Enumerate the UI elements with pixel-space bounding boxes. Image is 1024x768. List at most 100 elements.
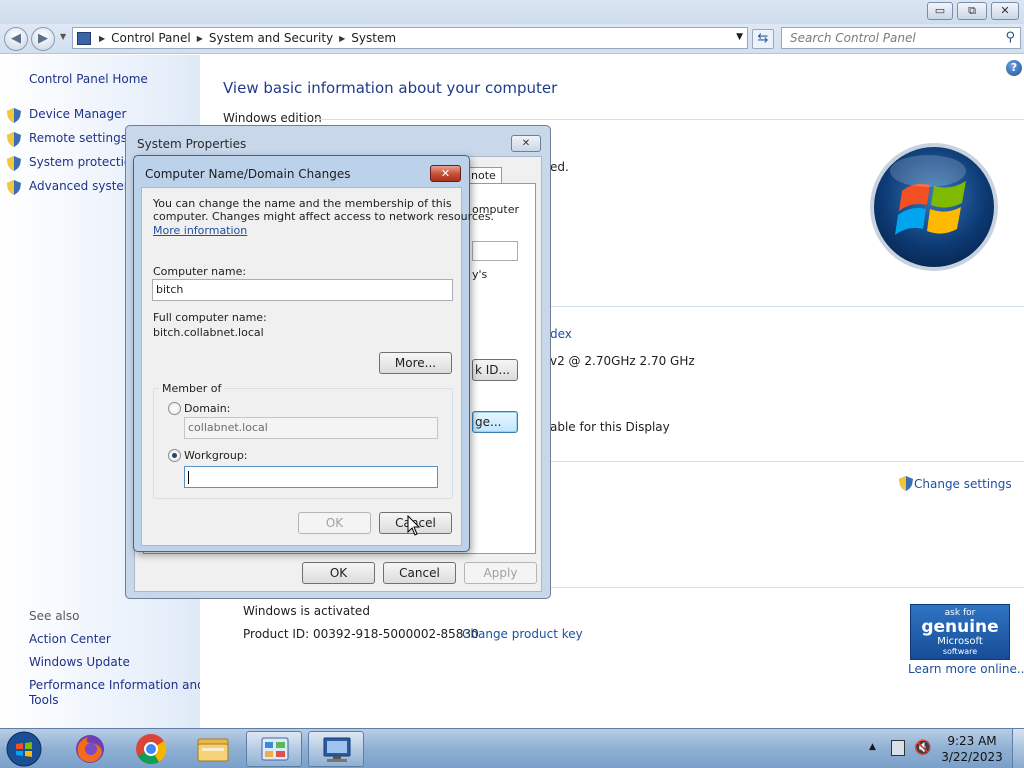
help-icon[interactable]: ? [1006, 60, 1022, 76]
search-icon[interactable]: ⚲ [1005, 28, 1015, 48]
control-panel-icon [261, 737, 289, 761]
genuine-microsoft-badge[interactable]: ask for genuine Microsoft software [910, 604, 1010, 660]
taskbar-control-panel[interactable] [246, 731, 302, 767]
divider [315, 119, 1024, 120]
cancel-button[interactable]: Cancel [383, 562, 456, 584]
taskbar-system-properties[interactable] [308, 731, 364, 767]
computer-name-dialog: Computer Name/Domain Changes ✕ You can c… [133, 155, 494, 552]
advanced-system-settings-link[interactable]: Advanced system [29, 179, 135, 193]
windows-start-icon [6, 731, 42, 767]
windows-update-link[interactable]: Windows Update [29, 655, 130, 669]
start-button[interactable] [4, 730, 44, 768]
shield-icon [899, 476, 913, 491]
back-button[interactable]: ◀ [4, 27, 28, 51]
control-panel-home-link[interactable]: Control Panel Home [29, 72, 148, 86]
action-center-link[interactable]: Action Center [29, 632, 111, 646]
breadcrumb-system-security[interactable]: System and Security [209, 31, 333, 45]
domain-label: Domain: [184, 402, 231, 415]
intro-text-line2: computer. Changes might affect access to… [153, 210, 494, 223]
close-button[interactable]: ✕ [991, 2, 1019, 20]
workgroup-radio[interactable] [168, 449, 181, 462]
recent-pages-icon[interactable]: ▼ [60, 32, 66, 41]
network-icon[interactable] [891, 740, 905, 756]
search-input[interactable]: Search Control Panel ⚲ [781, 27, 1021, 49]
shield-icon [7, 108, 21, 123]
copyright-text-fragment: ed. [550, 160, 569, 174]
change-product-key-link[interactable]: Change product key [462, 627, 583, 641]
shield-icon [7, 180, 21, 195]
window-titlebar: ▭ ⧉ ✕ [0, 0, 1024, 24]
domain-input[interactable]: collabnet.local [184, 417, 438, 439]
description-field[interactable] [472, 241, 518, 261]
pen-touch-value-fragment: able for this Display [550, 420, 670, 434]
network-id-button[interactable]: k ID... [472, 359, 518, 381]
taskbar: ▲ 🔇 9:23 AM 3/22/2023 [0, 728, 1024, 768]
navigation-bar: ◀ ▶ ▼ ▶ Control Panel ▶ System and Secur… [0, 24, 1024, 54]
domain-radio[interactable] [168, 402, 181, 415]
clock-time: 9:23 AM [947, 734, 997, 748]
text-cursor [188, 470, 189, 484]
address-bar[interactable]: ▶ Control Panel ▶ System and Security ▶ … [72, 27, 748, 49]
computer-name-input[interactable]: bitch [152, 279, 453, 301]
chrome-icon [136, 734, 167, 765]
control-panel-icon [77, 31, 91, 45]
change-button[interactable]: ge... [472, 411, 518, 433]
shield-icon [7, 132, 21, 147]
taskbar-firefox[interactable] [62, 731, 118, 767]
close-icon[interactable]: ✕ [511, 135, 541, 152]
workgroup-input[interactable] [184, 466, 438, 488]
remote-settings-link[interactable]: Remote settings [29, 131, 127, 145]
tab-remote[interactable]: note [468, 167, 502, 184]
page-title: View basic information about your comput… [223, 79, 558, 97]
more-button[interactable]: More... [379, 352, 452, 374]
firefox-icon [76, 735, 104, 763]
experience-index-link-fragment[interactable]: dex [550, 327, 572, 341]
forward-button[interactable]: ▶ [31, 27, 55, 51]
learn-more-online-link[interactable]: Learn more online... [908, 662, 1024, 676]
close-icon[interactable]: ✕ [430, 165, 461, 182]
full-computer-name-value: bitch.collabnet.local [153, 326, 264, 339]
more-information-link[interactable]: More information [153, 224, 247, 237]
text-fragment: y's [472, 268, 488, 281]
device-manager-link[interactable]: Device Manager [29, 107, 126, 121]
chevron-right-icon: ▶ [99, 33, 106, 43]
dialog-title: Computer Name/Domain Changes [145, 167, 351, 181]
address-dropdown-icon[interactable]: ▼ [736, 32, 743, 42]
apply-button[interactable]: Apply [464, 562, 537, 584]
activation-status: Windows is activated [243, 604, 370, 618]
volume-muted-icon[interactable]: 🔇 [914, 740, 931, 756]
shield-icon [7, 156, 21, 171]
workgroup-label: Workgroup: [184, 449, 248, 462]
performance-info-link-line2[interactable]: Tools [29, 693, 59, 707]
chevron-right-icon: ▶ [196, 33, 203, 43]
see-also-header: See also [29, 609, 80, 623]
folder-icon [197, 738, 229, 762]
dialog-title: System Properties [137, 137, 247, 151]
minimize-button[interactable]: ▭ [927, 2, 953, 20]
mouse-pointer-icon [407, 515, 421, 536]
windows-edition-header: Windows edition [223, 111, 322, 125]
ok-button[interactable]: OK [298, 512, 371, 534]
processor-value-fragment: v2 @ 2.70GHz 2.70 GHz [550, 354, 695, 368]
clock-date: 3/22/2023 [941, 750, 1003, 764]
divider [550, 306, 1024, 307]
show-hidden-icons[interactable]: ▲ [869, 742, 876, 752]
system-protection-link[interactable]: System protection [29, 155, 139, 169]
refresh-icon[interactable]: ⇆ [752, 29, 774, 49]
maximize-button[interactable]: ⧉ [957, 2, 987, 20]
taskbar-explorer[interactable] [185, 731, 241, 767]
divider [550, 587, 1024, 588]
chevron-right-icon: ▶ [339, 33, 346, 43]
full-computer-name-label: Full computer name: [153, 311, 267, 324]
computer-name-label: Computer name: [153, 265, 247, 278]
show-desktop-button[interactable] [1012, 729, 1024, 768]
performance-info-link[interactable]: Performance Information and [29, 678, 205, 692]
change-settings-link[interactable]: Change settings [914, 477, 1012, 491]
breadcrumb-control-panel[interactable]: Control Panel [111, 31, 191, 45]
computer-name-dialog-body: You can change the name and the membersh… [141, 187, 494, 546]
system-clock[interactable]: 9:23 AM 3/22/2023 [940, 733, 1004, 765]
taskbar-chrome[interactable] [123, 731, 179, 767]
ok-button[interactable]: OK [302, 562, 375, 584]
breadcrumb-system[interactable]: System [351, 31, 396, 45]
intro-text-line1: You can change the name and the membersh… [153, 197, 452, 210]
